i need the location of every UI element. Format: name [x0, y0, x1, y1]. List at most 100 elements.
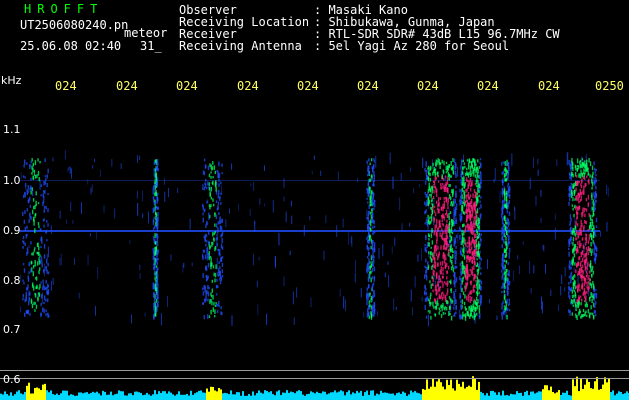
meteor-echo: [156, 159, 159, 162]
meteor-echo: [476, 280, 479, 285]
meteor-echo: [451, 232, 454, 235]
histogram-bar: [106, 394, 108, 400]
meteor-echo: [478, 263, 481, 268]
meteor-echo: [430, 302, 432, 305]
noise-speck: [69, 166, 71, 174]
histogram-bar: [14, 394, 16, 400]
noise-speck: [164, 191, 166, 202]
histogram-bar: [310, 391, 312, 400]
meteor-echo: [442, 170, 445, 175]
histogram-bar: [582, 388, 584, 400]
meteor-echo: [153, 292, 155, 298]
meteor-echo: [508, 255, 510, 259]
histogram-bar: [238, 392, 240, 400]
meteor-echo: [433, 210, 436, 214]
meteor-echo: [216, 242, 218, 247]
meteor-echo: [460, 247, 462, 250]
meteor-echo: [583, 185, 585, 191]
meteor-echo: [202, 170, 205, 175]
meteor-echo: [507, 218, 510, 223]
noise-speck: [99, 169, 101, 177]
meteor-echo: [442, 311, 445, 315]
noise-speck: [457, 233, 459, 244]
meteor-echo: [427, 214, 429, 218]
histogram-bar: [344, 395, 346, 400]
noise-speck: [421, 248, 423, 261]
meteor-echo: [575, 187, 577, 192]
histogram-bar: [186, 393, 188, 400]
meteor-echo: [424, 201, 426, 205]
meteor-echo: [36, 285, 38, 290]
noise-speck: [375, 155, 377, 168]
meteor-echo: [448, 216, 450, 221]
noise-speck: [354, 272, 356, 283]
meteor-echo: [478, 284, 481, 289]
histogram-bar: [564, 392, 566, 400]
histogram-ref-line: [0, 370, 629, 371]
y-tick-1-0: 1.0: [3, 174, 21, 187]
meteor-echo: [581, 298, 583, 302]
histogram-bar: [248, 393, 250, 400]
meteor-echo: [437, 283, 439, 287]
meteor-echo: [447, 206, 449, 210]
meteor-echo: [462, 265, 465, 271]
meteor-echo: [434, 212, 437, 217]
meteor-echo: [212, 203, 215, 207]
meteor-echo: [505, 274, 507, 280]
meteor-echo: [573, 206, 576, 209]
meteor-echo: [464, 275, 467, 279]
noise-speck: [216, 257, 218, 270]
meteor-echo: [216, 234, 218, 237]
meteor-echo: [35, 276, 38, 281]
meteor-echo: [220, 226, 223, 231]
meteor-echo: [584, 261, 586, 265]
meteor-echo: [591, 186, 593, 190]
meteor-echo: [585, 221, 587, 224]
meteor-echo: [37, 299, 39, 302]
meteor-echo: [217, 204, 219, 210]
meteor-echo: [45, 280, 47, 284]
meteor-echo: [424, 285, 426, 289]
meteor-echo: [453, 292, 456, 297]
meteor-echo: [44, 180, 47, 185]
meteor-echo: [473, 216, 475, 222]
meteor-echo: [467, 165, 470, 170]
meteor-echo: [366, 256, 369, 259]
meteor-echo: [572, 207, 574, 211]
meteor-echo: [368, 300, 371, 304]
histogram-bar: [136, 391, 138, 400]
meteor-echo: [429, 177, 432, 182]
meteor-echo: [371, 218, 373, 224]
meteor-echo: [26, 251, 28, 256]
meteor-echo: [212, 307, 215, 313]
meteor-echo: [154, 179, 156, 185]
meteor-echo: [366, 269, 368, 274]
histogram-bar: [370, 390, 372, 400]
meteor-echo: [219, 277, 221, 281]
meteor-echo: [373, 177, 375, 182]
meteor-echo: [505, 260, 508, 263]
noise-speck: [512, 270, 514, 282]
histogram-bar: [288, 392, 290, 400]
noise-speck: [97, 266, 99, 279]
meteor-echo: [368, 210, 370, 215]
noise-speck: [511, 153, 513, 166]
histogram-bar: [306, 394, 308, 400]
histogram-bar: [286, 390, 288, 400]
meteor-echo: [214, 223, 216, 227]
histogram-bar: [182, 394, 184, 400]
meteor-echo: [215, 200, 218, 203]
meteor-echo: [214, 212, 216, 216]
meteor-echo: [154, 191, 156, 196]
histogram-bar: [368, 394, 370, 400]
meteor-echo: [463, 203, 466, 207]
meteor-echo: [43, 180, 45, 186]
meteor-echo: [155, 299, 158, 303]
meteor-echo: [441, 228, 443, 232]
meteor-echo: [440, 304, 442, 308]
histogram-bar: [300, 391, 302, 400]
noise-speck: [283, 178, 285, 188]
meteor-echo: [476, 184, 478, 188]
meteor-echo: [480, 163, 482, 169]
meteor-echo: [590, 291, 592, 296]
